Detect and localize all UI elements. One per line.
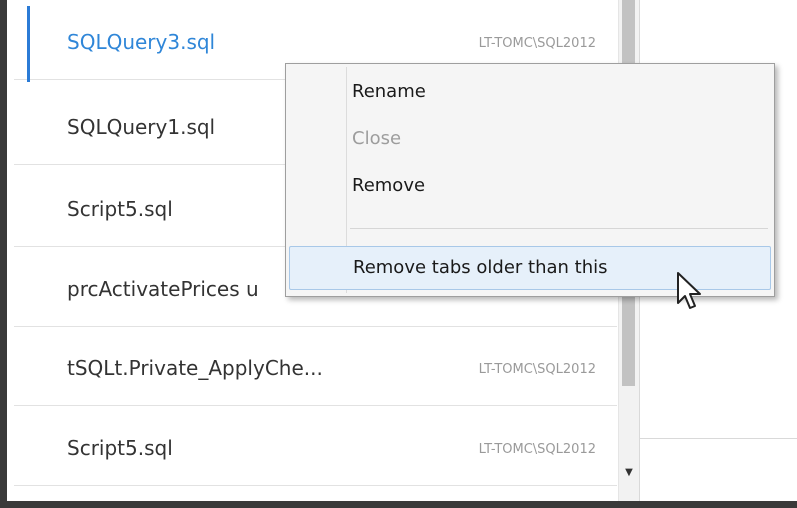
tab-name: SQLQuery3.sql <box>67 30 216 54</box>
scroll-down-arrow-icon[interactable]: ▼ <box>619 463 639 483</box>
tab-name: tSQLt.Private_ApplyChe... <box>67 356 323 380</box>
tab-row[interactable]: Script5.sql LT-TOMC\SQL2012 <box>14 406 617 486</box>
menu-item-label: Remove <box>352 175 426 196</box>
tab-row[interactable]: tSQLt.Private_ApplyChe... LT-TOMC\SQL201… <box>14 326 617 406</box>
menu-item-label: Rename <box>352 81 426 102</box>
tab-name: Script5.sql <box>67 436 173 460</box>
divider <box>640 438 797 439</box>
menu-separator <box>350 228 768 229</box>
tab-server: LT-TOMC\SQL2012 <box>478 442 596 457</box>
menu-item-label: Remove tabs older than this <box>353 257 608 278</box>
tab-name: prcActivatePrices u <box>67 277 259 301</box>
menu-item-label: Close <box>352 128 402 149</box>
tab-name: Script5.sql <box>67 197 173 221</box>
menu-item-close: Close <box>289 118 771 162</box>
tab-server: LT-TOMC\SQL2012 <box>478 36 596 51</box>
mouse-pointer-icon <box>677 272 701 309</box>
menu-item-remove[interactable]: Remove <box>289 165 771 209</box>
tab-server: LT-TOMC\SQL2012 <box>478 362 596 377</box>
tab-name: SQLQuery1.sql <box>67 115 216 139</box>
menu-item-rename[interactable]: Rename <box>289 71 771 115</box>
context-menu: Rename Close Remove Remove tabs older th… <box>285 63 775 297</box>
